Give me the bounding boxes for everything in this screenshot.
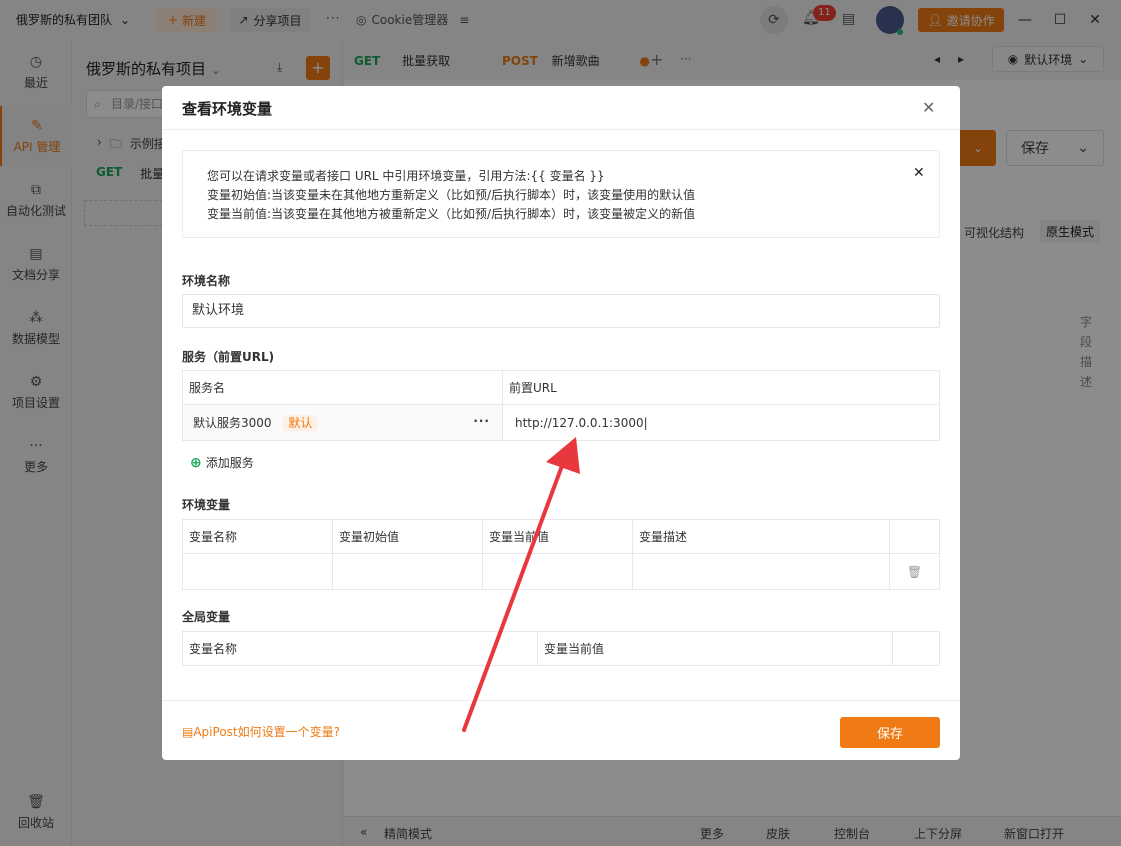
column-header: 变量初始值 bbox=[332, 519, 483, 554]
default-tag: 默认 bbox=[283, 415, 318, 431]
notice-line: 您可以在请求变量或者接口 URL 中引用环境变量，引用方法:{{ 变量名 }} bbox=[207, 169, 605, 183]
column-header: 变量描述 bbox=[632, 519, 890, 554]
notice-line: 变量当前值:当该变量在其他地方被重新定义（比如预/后执行脚本）时，该变量被定义的… bbox=[207, 207, 696, 221]
service-label: 服务（前置URL) bbox=[182, 350, 275, 364]
column-header: 变量当前值 bbox=[537, 631, 893, 666]
service-name-cell[interactable]: 默认服务3000 默认 ··· bbox=[182, 404, 503, 441]
book-icon: ▤ bbox=[182, 725, 194, 739]
global-vars-label: 全局变量 bbox=[182, 610, 231, 624]
column-header: 前置URL bbox=[502, 370, 940, 405]
service-name: 默认服务3000 bbox=[193, 416, 272, 430]
env-vars-label: 环境变量 bbox=[182, 498, 231, 512]
add-service-button[interactable]: ⊕ 添加服务 bbox=[190, 454, 254, 471]
table-row: 🗑︎ bbox=[182, 553, 940, 590]
table-row: 默认服务3000 默认 ··· http://127.0.0.1:3000| bbox=[182, 404, 940, 441]
save-button[interactable]: 保存 bbox=[840, 717, 940, 748]
modal-footer: ▤ApiPost如何设置一个变量? 保存 bbox=[162, 700, 960, 760]
delete-row-icon[interactable]: 🗑︎ bbox=[889, 553, 940, 590]
var-name-input[interactable] bbox=[182, 553, 333, 590]
column-header: 服务名 bbox=[182, 370, 503, 405]
var-desc-input[interactable] bbox=[632, 553, 890, 590]
service-table: 服务名 前置URL 默认服务3000 默认 ··· http://127.0.0… bbox=[182, 370, 940, 441]
help-link[interactable]: ▤ApiPost如何设置一个变量? bbox=[182, 723, 340, 740]
var-initial-input[interactable] bbox=[332, 553, 483, 590]
modal-header: 查看环境变量 ✕ bbox=[162, 86, 960, 130]
env-variables-modal: 查看环境变量 ✕ 您可以在请求变量或者接口 URL 中引用环境变量，引用方法:{… bbox=[162, 86, 960, 760]
env-name-input[interactable]: 默认环境 bbox=[182, 294, 940, 328]
close-icon[interactable]: ✕ bbox=[922, 98, 935, 117]
var-current-input[interactable] bbox=[482, 553, 633, 590]
service-url-input[interactable]: http://127.0.0.1:3000| bbox=[502, 404, 940, 441]
notice-box: 您可以在请求变量或者接口 URL 中引用环境变量，引用方法:{{ 变量名 }} … bbox=[182, 150, 940, 238]
column-header: 变量当前值 bbox=[482, 519, 633, 554]
env-vars-table: 变量名称 变量初始值 变量当前值 变量描述 🗑︎ bbox=[182, 519, 940, 590]
global-vars-table: 变量名称 变量当前值 bbox=[182, 631, 940, 666]
notice-line: 变量初始值:当该变量未在其他地方重新定义（比如预/后执行脚本）时，该变量使用的默… bbox=[207, 188, 696, 202]
column-header: 变量名称 bbox=[182, 519, 333, 554]
more-icon[interactable]: ··· bbox=[473, 414, 490, 428]
text-cursor: | bbox=[643, 415, 648, 430]
close-notice-icon[interactable]: ✕ bbox=[913, 165, 925, 181]
column-header: 变量名称 bbox=[182, 631, 538, 666]
plus-circle-icon: ⊕ bbox=[190, 454, 202, 471]
env-name-label: 环境名称 bbox=[182, 274, 231, 288]
modal-title: 查看环境变量 bbox=[182, 100, 273, 118]
